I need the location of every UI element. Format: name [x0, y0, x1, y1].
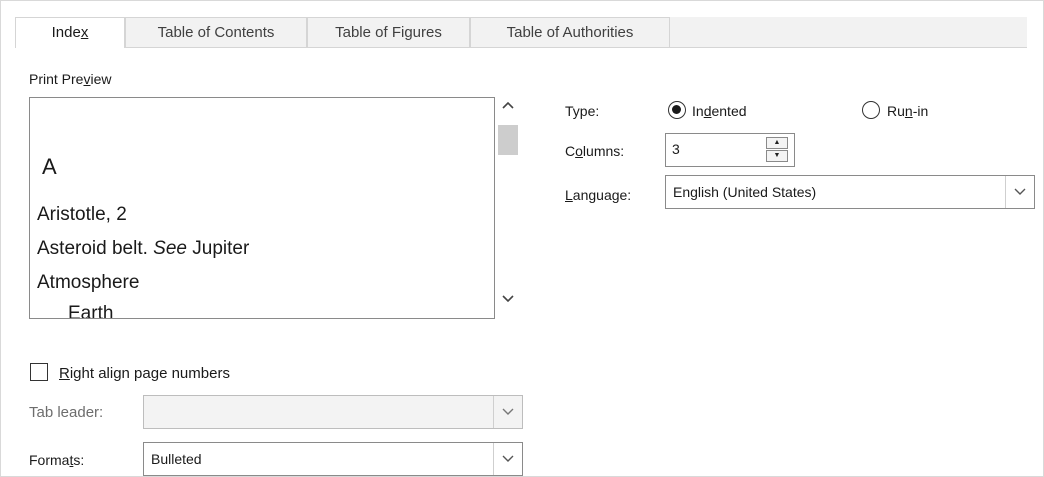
tab-table-of-contents[interactable]: Table of Contents [125, 17, 307, 47]
right-align-post: ight align page numbers [69, 365, 230, 382]
columns-value[interactable]: 3 [672, 141, 680, 157]
right-align-accel: R [59, 365, 70, 382]
runin-accel: n [904, 103, 913, 119]
tab-toc-label: Table of Contents [157, 24, 275, 41]
scroll-up-arrow-icon[interactable] [495, 99, 521, 119]
tab-toa-label: Table of Authorities [506, 24, 634, 41]
indented-pre: In [692, 103, 704, 119]
scroll-thumb[interactable] [498, 125, 518, 155]
type-label: Type: [565, 103, 600, 119]
tab-index-accel: x [80, 24, 89, 41]
print-preview-label-post: iew [90, 71, 112, 87]
formats-pre: Forma [29, 452, 70, 468]
chevron-down-icon[interactable] [493, 396, 522, 428]
columns-spin-buttons: ▲ ▼ [766, 137, 792, 163]
formats-post: s: [73, 452, 85, 468]
indented-post: ented [711, 103, 747, 119]
chevron-down-icon[interactable] [493, 443, 522, 475]
right-align-label[interactable]: Right align page numbers [59, 365, 230, 382]
preview-entry: Asteroid belt. See Jupiter [37, 238, 249, 260]
print-preview-label: Print Preview [29, 71, 111, 87]
runin-pre: Ru [887, 103, 905, 119]
formats-select[interactable]: Bulleted [143, 442, 523, 476]
index-dialog: Index Table of Contents Table of Figures… [0, 0, 1044, 477]
columns-accel: o [575, 143, 583, 159]
preview-entry: Atmosphere [37, 272, 140, 293]
scroll-down-arrow-icon[interactable] [495, 293, 521, 313]
preview-entry: Aristotle, 2 [37, 204, 127, 225]
columns-pre: C [565, 143, 576, 159]
preview-subentry: Earth [68, 303, 114, 319]
columns-label: Columns: [565, 143, 624, 159]
language-select[interactable]: English (United States) [665, 175, 1035, 209]
language-post: anguage: [572, 187, 632, 203]
runin-post: -in [912, 103, 929, 119]
tab-leader-label: Tab leader: [29, 404, 104, 421]
formats-label: Formats: [29, 452, 84, 468]
run-in-radio-label[interactable]: Run-in [887, 103, 928, 119]
indented-radio-label[interactable]: Indented [692, 103, 747, 119]
spin-down-icon[interactable]: ▼ [766, 150, 788, 162]
formats-value: Bulleted [151, 451, 202, 467]
tab-index[interactable]: Index [15, 17, 125, 48]
tab-strip: Index Table of Contents Table of Figures… [15, 17, 1027, 48]
preview-entry-text: Asteroid belt. [37, 238, 154, 259]
language-accel: L [565, 187, 573, 203]
preview-scrollbar[interactable] [495, 97, 521, 319]
columns-spinner[interactable]: 3 ▲ ▼ [665, 133, 795, 167]
tab-strip-filler [670, 17, 1027, 47]
chevron-down-icon[interactable] [1005, 176, 1034, 208]
radio-selected-dot [672, 105, 681, 114]
preview-entry-see: See [153, 238, 187, 259]
indented-radio[interactable] [668, 101, 686, 119]
columns-post: lumns: [582, 143, 625, 159]
run-in-radio[interactable] [862, 101, 880, 119]
tab-index-label: Inde [51, 24, 81, 41]
tab-leader-select[interactable] [143, 395, 523, 429]
print-preview-label-pre: Print Pre [29, 71, 84, 87]
tab-tof-label: Table of Figures [335, 24, 442, 41]
preview-entry-target: Jupiter [186, 238, 250, 259]
right-align-checkbox[interactable] [30, 363, 48, 381]
preview-index-letter: A [42, 154, 57, 179]
spin-up-icon[interactable]: ▲ [766, 137, 788, 149]
language-value: English (United States) [673, 184, 817, 200]
language-label: Language: [565, 187, 631, 203]
tab-table-of-figures[interactable]: Table of Figures [307, 17, 470, 47]
tab-table-of-authorities[interactable]: Table of Authorities [470, 17, 670, 47]
print-preview-box: A Aristotle, 2 Asteroid belt. See Jupite… [29, 97, 495, 319]
